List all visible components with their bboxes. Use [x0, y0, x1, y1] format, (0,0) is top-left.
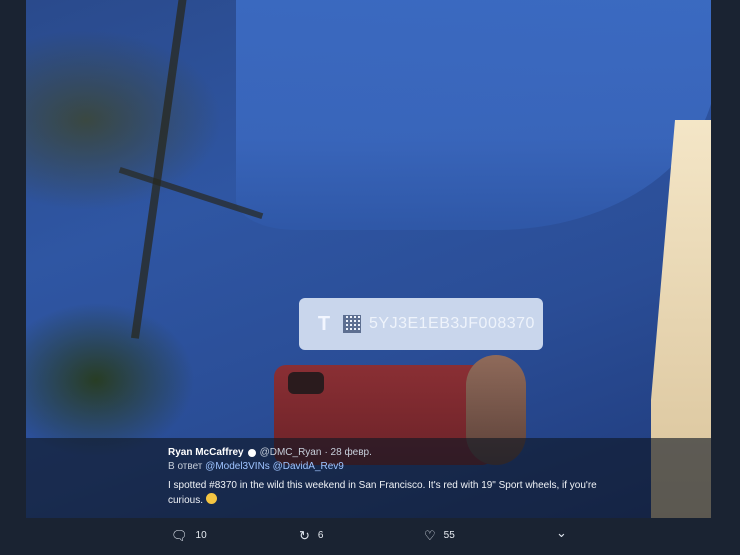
reply-prefix: В ответ: [168, 461, 203, 472]
tweet-text: I spotted #8370 in the wild this weekend…: [168, 479, 608, 508]
utility-pole-reflection: [130, 0, 190, 339]
tesla-logo-icon: T: [317, 312, 331, 335]
reply-mentions[interactable]: @Model3VINs @DavidA_Rev9: [205, 461, 344, 472]
like-button[interactable]: ♡ 55: [424, 529, 455, 542]
tweet-author-line: Ryan McCaffrey @DMC_Ryan · 28 февр.: [168, 447, 608, 459]
smile-emoji-icon: [206, 493, 218, 504]
tweet-body: I spotted #8370 in the wild this weekend…: [168, 480, 597, 506]
reply-icon: 🗨: [171, 528, 188, 543]
reply-button[interactable]: 🗨 10: [171, 529, 207, 542]
retweet-count: 6: [317, 530, 324, 541]
camera-icon: [288, 372, 324, 394]
vin-number: 5YJ3E1EB3JF008370: [369, 315, 535, 332]
like-count: 55: [443, 530, 455, 541]
retweet-icon: ↻: [299, 528, 310, 543]
heart-icon: ♡: [424, 528, 436, 543]
author-name[interactable]: Ryan McCaffrey: [168, 447, 244, 459]
retweet-button[interactable]: ↻ 6: [299, 529, 323, 542]
reply-count: 10: [195, 530, 207, 541]
vin-plate: T 5YJ3E1EB3JF008370: [299, 298, 543, 350]
more-button[interactable]: ⌄: [556, 526, 567, 539]
tweet-overlay: Ryan McCaffrey @DMC_Ryan · 28 февр. В от…: [26, 438, 711, 518]
verified-badge-icon: [247, 449, 256, 457]
chevron-down-icon: ⌄: [556, 525, 567, 540]
tweet-actions: 🗨 10 ↻ 6 ♡ 55 ⌄: [26, 518, 711, 555]
tweet-date[interactable]: · 28 февр.: [324, 447, 371, 459]
qr-code-icon: [343, 315, 361, 333]
author-handle[interactable]: @DMC_Ryan: [260, 447, 322, 459]
windshield-reflection: [236, 0, 711, 230]
reply-context: В ответ @Model3VINs @DavidA_Rev9: [168, 461, 608, 473]
